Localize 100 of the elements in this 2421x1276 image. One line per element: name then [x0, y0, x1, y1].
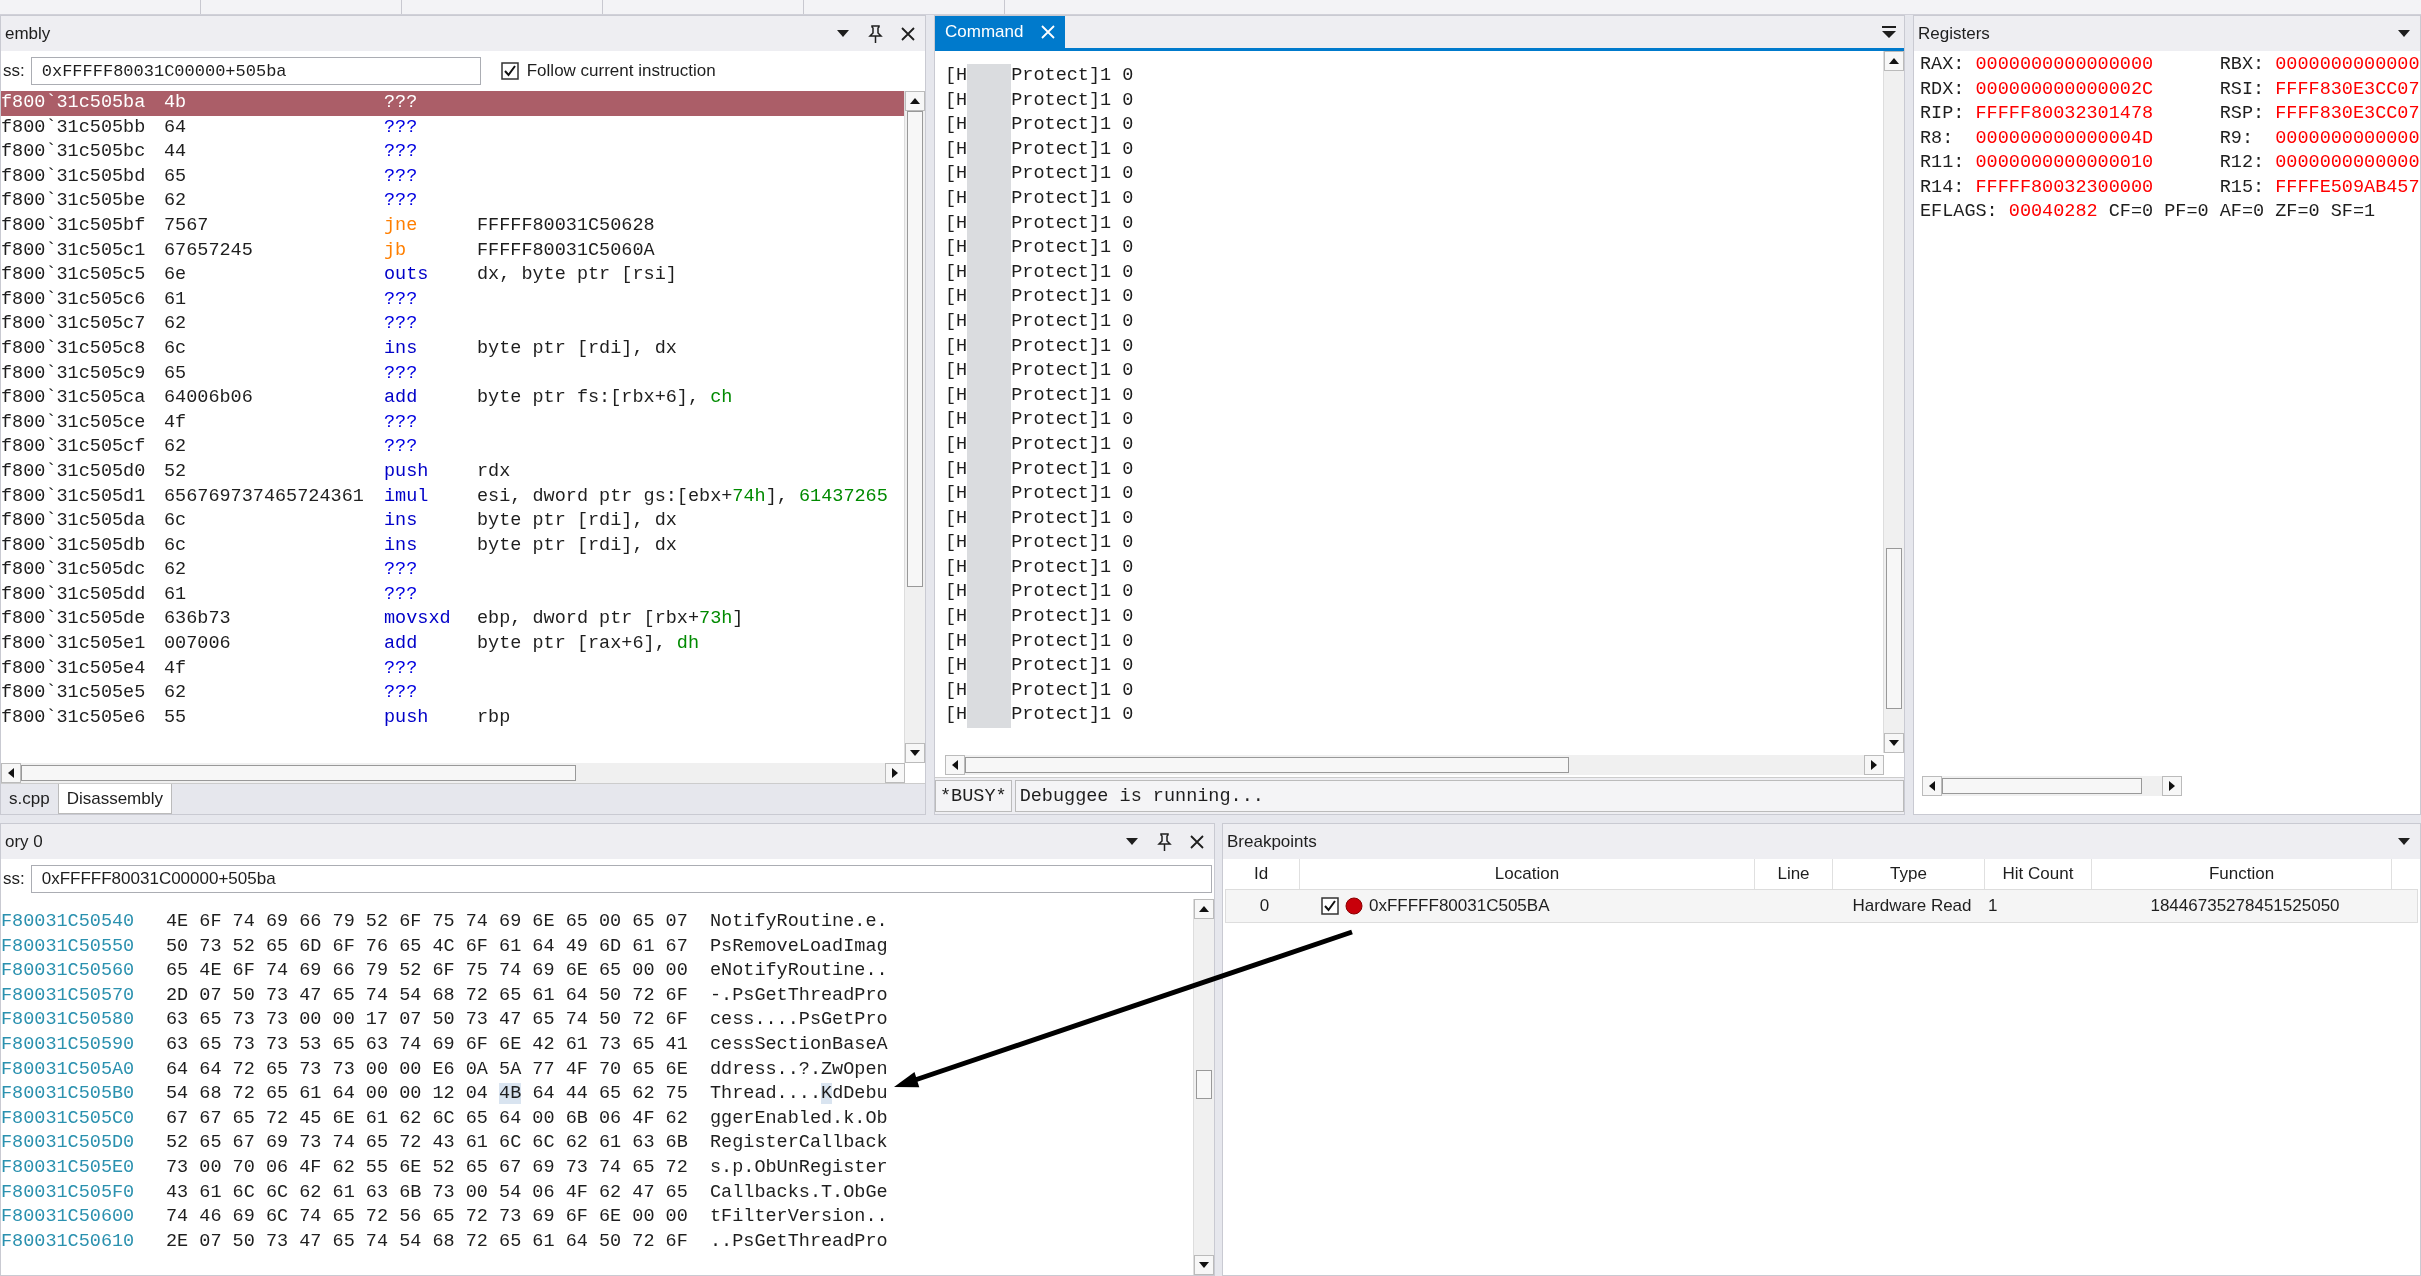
- vertical-scrollbar[interactable]: [1883, 51, 1904, 753]
- bytes-cell-text: 65: [164, 164, 188, 189]
- output-text: [H: [945, 186, 968, 211]
- disassembly-row[interactable]: f800`31c505e1 007006 add byte ptr [rax+6], dh: [1, 632, 904, 657]
- address-label: ss:: [3, 869, 25, 889]
- address-cell-text: f800`31c505bb: [1, 115, 147, 140]
- disassembly-row[interactable]: f800`31c505bc 44 ???: [1, 140, 904, 165]
- disassembly-row[interactable]: f800`31c505e6 55 push rbp: [1, 705, 904, 731]
- address-cell-text: f800`31c505be: [1, 189, 147, 214]
- dropdown-icon[interactable]: [2398, 838, 2410, 845]
- disassembly-row[interactable]: f800`31c505dc 62 ???: [1, 558, 904, 583]
- horizontal-scrollbar[interactable]: [945, 755, 1884, 775]
- flags-text: CF=0 PF=0 AF=0 ZF=0 SF=1: [2108, 200, 2376, 224]
- disassembly-row[interactable]: f800`31c505c7 62 ???: [1, 312, 904, 337]
- disassembly-row[interactable]: f800`31c505ce 4f ???: [1, 410, 904, 436]
- disassembly-row[interactable]: f800`31c505c8 6c ins byte ptr [rdi], dx: [1, 336, 904, 362]
- bytes-cell-text: 61: [164, 287, 188, 312]
- mnemonic-cell-text: ins: [384, 533, 419, 558]
- disassembly-row[interactable]: f800`31c505d0 52 push rdx: [1, 459, 904, 485]
- operand-cell-text: rdx: [477, 459, 512, 484]
- horizontal-scrollbar[interactable]: [1922, 776, 2182, 796]
- register-value: FFFF830E3CC07: [2275, 102, 2420, 126]
- document-tab[interactable]: s.cpp: [1, 784, 58, 814]
- close-icon[interactable]: [1190, 834, 1204, 849]
- type-cell-text: Hardware Read: [1851, 895, 1973, 917]
- register-name: RDX:: [1920, 77, 1966, 102]
- disassembly-row[interactable]: f800`31c505dd 61 ???: [1, 582, 904, 608]
- output-text: [H: [945, 88, 968, 113]
- disassembly-row[interactable]: f800`31c505e4 4f ???: [1, 656, 904, 682]
- address-cell-text: f800`31c505dd: [1, 582, 147, 607]
- mnemonic-cell-text: ???: [384, 287, 419, 312]
- disassembly-row[interactable]: f800`31c505bd 65 ???: [1, 164, 904, 190]
- disassembly-row[interactable]: f800`31c505db 6c ins byte ptr [rdi], dx: [1, 533, 904, 559]
- operand-cell-text: rbp: [477, 705, 512, 730]
- operand-cell-text: byte ptr [rdi], dx: [477, 509, 678, 534]
- address-field[interactable]: 0xFFFFF80031C00000+505ba: [30, 865, 1212, 893]
- register-name: RBX:: [2219, 53, 2266, 77]
- mnemonic-cell-text: add: [384, 386, 419, 411]
- mnemonic-cell-text: ???: [384, 435, 419, 460]
- disassembly-row[interactable]: f800`31c505ba 4b ???: [1, 91, 904, 116]
- disassembly-row[interactable]: f800`31c505c1 67657245 jb FFFFF80031C5060A: [1, 238, 904, 264]
- panel-title: ory 0: [5, 831, 44, 852]
- command-tab[interactable]: Command: [935, 16, 1066, 48]
- bytes-cell-text: 62: [164, 189, 188, 214]
- register-name: RIP:: [1920, 102, 1966, 126]
- output-text: Protect]1 0: [1011, 555, 1134, 580]
- output-text: Protect]1 0: [1011, 580, 1134, 605]
- hex-bytes: 50 73 52 65 6D 6F 76 65 4C 6F 61 64 49 6D 61 67: [166, 934, 689, 959]
- bytes-cell-text: 52: [164, 459, 188, 484]
- address-cell-text: f800`31c505e5: [1, 681, 147, 706]
- mnemonic-cell-text: ???: [384, 410, 419, 435]
- operand-cell-text: byte ptr [rax+6], dh: [477, 632, 701, 657]
- address-cell-text: f800`31c505c6: [1, 287, 147, 312]
- disassembly-row[interactable]: f800`31c505c9 65 ???: [1, 361, 904, 387]
- disassembly-row[interactable]: f800`31c505be 62 ???: [1, 189, 904, 214]
- register-name: RAX:: [1920, 53, 1966, 77]
- vertical-scrollbar[interactable]: [904, 91, 925, 763]
- bytes-cell-text: 65: [164, 361, 188, 386]
- disassembly-row[interactable]: f800`31c505ca 64006b06 add byte ptr fs:[rbx+6], ch: [1, 386, 904, 411]
- disassembly-row[interactable]: f800`31c505bf 7567 jne FFFFF80031C50628: [1, 213, 904, 239]
- disassembly-row[interactable]: f800`31c505de 636b73 movsxd ebp, dword ptr [rbx+73h]: [1, 607, 904, 633]
- mnemonic-cell-text: ins: [384, 336, 419, 361]
- document-tab[interactable]: Disassembly: [57, 784, 172, 814]
- register-name: R14:: [1920, 175, 1966, 200]
- disassembly-row[interactable]: f800`31c505c5 6e outs dx, byte ptr [rsi]: [1, 263, 904, 288]
- pin-icon[interactable]: [1156, 832, 1172, 851]
- disassembly-row[interactable]: f800`31c505cf 62 ???: [1, 435, 904, 460]
- checkbox-label[interactable]: Follow current instruction: [526, 61, 716, 81]
- mnemonic-cell-text: ???: [384, 164, 419, 189]
- ascii-text: ddress..?.ZwOpen: [710, 1057, 889, 1082]
- output-text: Protect]1 0: [1011, 457, 1134, 482]
- vertical-scrollbar[interactable]: [1193, 899, 1214, 1275]
- hex-bytes: 63 65 73 73 53 65 63 74 69 6F 6E 42 61 73 65 41: [166, 1032, 689, 1057]
- hex-bytes: 54 68 72 65 61 64 00 00 12 04 4B 64 44 65 62 75: [166, 1082, 689, 1107]
- pin-icon[interactable]: [867, 24, 883, 43]
- close-icon[interactable]: [901, 26, 915, 41]
- output-text: Protect]1 0: [1011, 64, 1134, 88]
- dropdown-icon[interactable]: [837, 30, 849, 37]
- address-cell-text: f800`31c505e4: [1, 656, 147, 681]
- blur-mask: [967, 703, 1012, 729]
- disassembly-row[interactable]: f800`31c505c6 61 ???: [1, 287, 904, 313]
- bytes-cell-text: 7567: [164, 213, 210, 238]
- disassembly-row[interactable]: f800`31c505bb 64 ???: [1, 115, 904, 141]
- dropdown-icon[interactable]: [1882, 26, 1896, 38]
- dropdown-icon[interactable]: [1126, 838, 1138, 845]
- breakpoint-icon: [1345, 897, 1363, 915]
- address-cell-text: F80031C50610: [1, 1229, 136, 1254]
- address-field[interactable]: 0xFFFFF80031C00000+505ba: [30, 57, 481, 85]
- address-cell-text: f800`31c505ba: [1, 91, 147, 115]
- disassembly-row[interactable]: f800`31c505e5 62 ???: [1, 681, 904, 706]
- disassembly-row[interactable]: f800`31c505d1 656769737465724361 imul esi, dword ptr gs:[ebx+74h], 61437265: [1, 484, 904, 510]
- checkbox[interactable]: [500, 62, 519, 80]
- address-cell-text: f800`31c505cf: [1, 435, 147, 460]
- disassembly-row[interactable]: f800`31c505da 6c ins byte ptr [rdi], dx: [1, 509, 904, 534]
- output-text: [H: [945, 703, 968, 728]
- horizontal-scrollbar[interactable]: [1, 763, 905, 783]
- address-cell-text: f800`31c505bd: [1, 164, 147, 189]
- ascii-text: tFilterVersion..: [710, 1205, 889, 1230]
- dropdown-icon[interactable]: [2398, 30, 2410, 37]
- checkbox[interactable]: [1321, 897, 1339, 915]
